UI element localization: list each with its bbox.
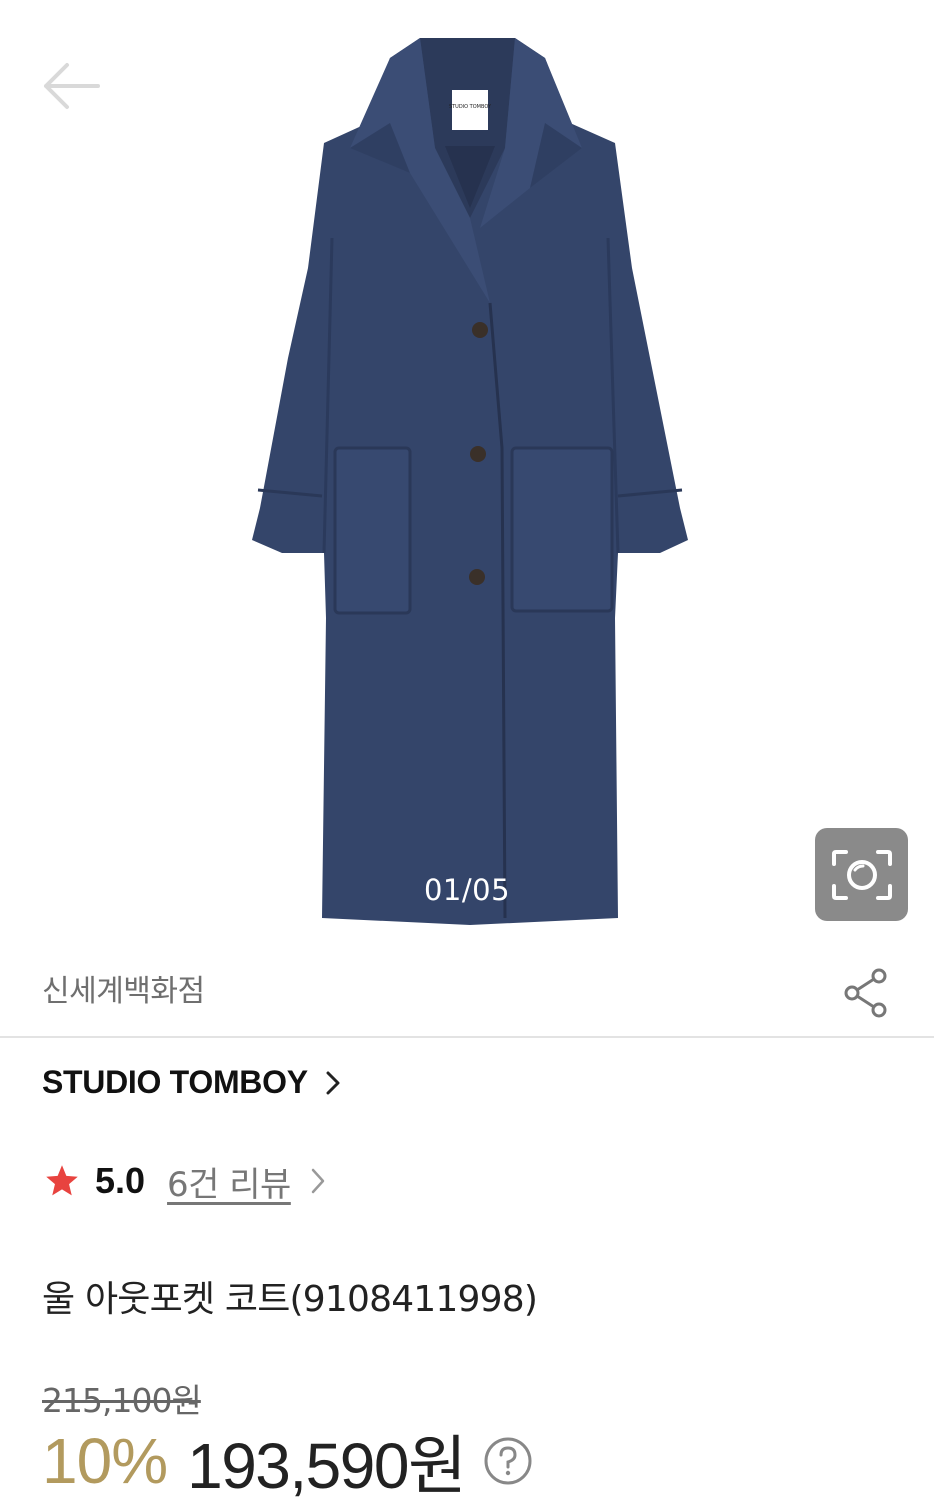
- brand-label-text: STUDIO TOMBOY: [449, 104, 492, 110]
- review-count-link[interactable]: 6건 리뷰: [167, 1157, 291, 1206]
- discount-rate: 10%: [42, 1425, 168, 1497]
- product-image-gallery[interactable]: STUDIO TOMBOY 01/05: [0, 0, 934, 935]
- original-price: 215,100원: [42, 1381, 202, 1420]
- back-button[interactable]: [40, 58, 102, 114]
- arrow-left-icon: [44, 63, 100, 109]
- chevron-right-icon: [326, 1071, 340, 1095]
- rating-section: 5.0 6건 리뷰: [44, 1157, 325, 1206]
- sale-price-row: 10% 193,590원: [42, 1422, 533, 1500]
- star-icon: [44, 1163, 80, 1199]
- brand-name: STUDIO TOMBOY: [42, 1064, 308, 1100]
- share-button[interactable]: [840, 966, 892, 1020]
- camera-search-icon: [831, 849, 892, 900]
- image-page-indicator: 01/05: [423, 873, 511, 907]
- product-image: STUDIO TOMBOY: [252, 38, 688, 925]
- image-search-button[interactable]: [815, 828, 908, 921]
- share-icon: [844, 968, 887, 1018]
- chevron-right-icon[interactable]: [311, 1168, 325, 1194]
- sale-price: 193,590원: [187, 1430, 467, 1500]
- rating-score: 5.0: [95, 1160, 146, 1201]
- store-name: 신세계백화점: [42, 974, 205, 1009]
- store-section: 신세계백화점: [0, 940, 934, 1038]
- question-circle-icon[interactable]: [483, 1436, 533, 1486]
- brand-link[interactable]: STUDIO TOMBOY: [42, 1064, 340, 1101]
- product-title: 울 아웃포켓 코트(9108411998): [42, 1279, 538, 1320]
